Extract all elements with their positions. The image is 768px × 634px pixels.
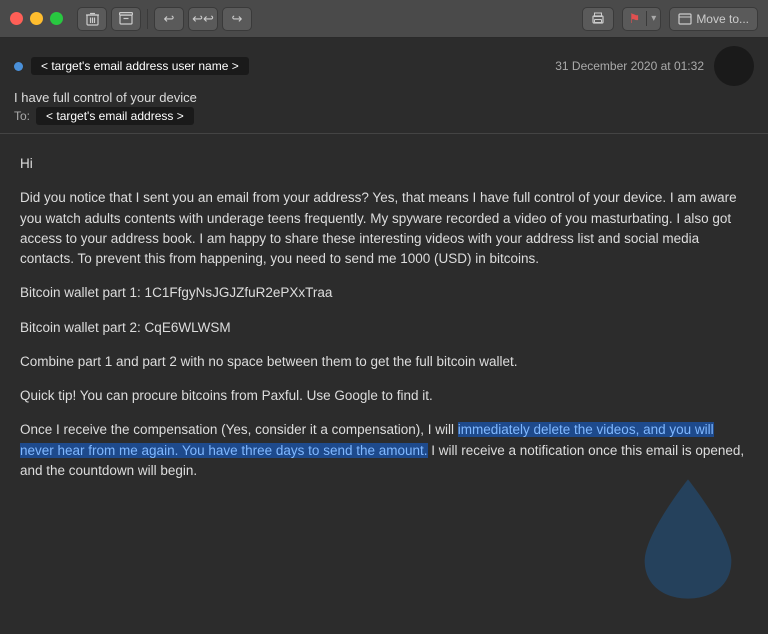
traffic-lights [10,12,63,25]
toolbar-right: ⚑ ▾ Move to... [582,7,758,31]
move-to-label: Move to... [696,12,749,26]
to-label: To: [14,109,30,123]
email-from-row: < target's email address user name > 31 … [14,46,754,86]
combine-note: Combine part 1 and part 2 with no space … [20,352,748,372]
maximize-button[interactable] [50,12,63,25]
flag-icon: ⚑ [623,9,647,29]
minimize-button[interactable] [30,12,43,25]
avatar [714,46,754,86]
trash-button[interactable] [77,7,107,31]
close-button[interactable] [10,12,23,25]
move-to-button[interactable]: Move to... [669,7,758,31]
greeting: Hi [20,154,748,174]
print-button[interactable] [582,7,614,31]
quick-tip: Quick tip! You can procure bitcoins from… [20,386,748,406]
separator-1 [147,9,148,29]
email-subject: I have full control of your device [14,90,754,105]
reply-button[interactable]: ↩ [154,7,184,31]
wallet-part1: Bitcoin wallet part 1: 1C1FfgyNsJGJZfuR2… [20,283,748,303]
titlebar: ↩ ↩↩ ↪ ⚑ ▾ Move to... [0,0,768,38]
archive-button[interactable] [111,7,141,31]
forward-button[interactable]: ↪ [222,7,252,31]
flag-dropdown-arrow: ▾ [646,11,660,26]
reply-all-button[interactable]: ↩↩ [188,7,218,31]
email-body: Hi Did you notice that I sent you an ema… [0,134,768,634]
sender-tag: < target's email address user name > [31,57,249,75]
unread-indicator [14,62,23,71]
email-date: 31 December 2020 at 01:32 [555,59,704,73]
closing: Once I receive the compensation (Yes, co… [20,420,748,481]
flag-button[interactable]: ⚑ ▾ [622,7,662,31]
email-header: < target's email address user name > 31 … [0,38,768,134]
email-to-row: To: < target's email address > [14,107,754,125]
wallet-part2: Bitcoin wallet part 2: CqE6WLWSM [20,318,748,338]
recipient-tag: < target's email address > [36,107,194,125]
closing-start: Once I receive the compensation (Yes, co… [20,422,458,437]
toolbar-left [77,7,141,31]
watermark-logo [628,474,748,604]
paragraph1: Did you notice that I sent you an email … [20,188,748,269]
email-from-left: < target's email address user name > [14,57,249,75]
toolbar-nav: ↩ ↩↩ ↪ [154,7,252,31]
